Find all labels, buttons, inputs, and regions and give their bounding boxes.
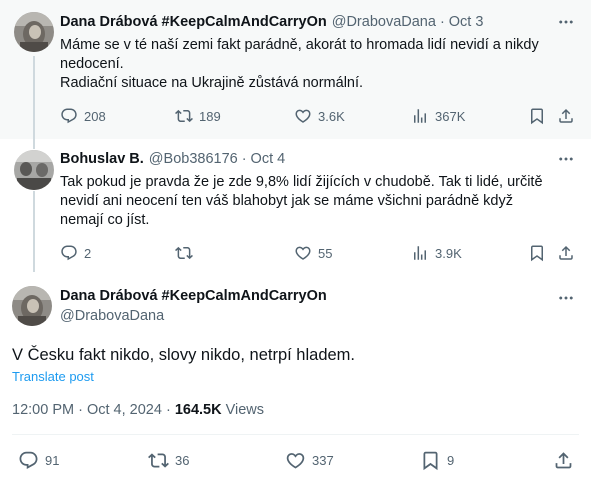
like-button[interactable]: 337 [285,450,334,471]
share-button[interactable] [557,244,575,262]
repost-button[interactable]: 189 [175,107,221,125]
bookmark-icon [528,244,546,262]
author-name[interactable]: Bohuslav B. [60,151,144,167]
share-button[interactable] [553,450,574,471]
reply-button[interactable]: 91 [18,450,59,471]
action-bar: 2 55 3.9K [60,244,575,264]
tweet-date[interactable]: Oct 3 [449,14,484,30]
bookmark-button[interactable]: 9 [420,450,454,471]
tweet-bohuslav-reply[interactable]: Bohuslav B. @Bob386176 · Oct 4 Tak pokud… [0,139,591,272]
tweet-timestamp[interactable]: 12:00 PM · Oct 4, 2024 · [12,402,175,418]
share-icon [557,244,575,262]
reply-button[interactable]: 208 [60,107,106,125]
views-count: 367K [435,108,466,124]
like-icon [294,107,312,125]
bookmark-button[interactable] [528,107,546,125]
separator-dot: · [439,14,445,30]
author-handle[interactable]: @DrabovaDana [332,14,436,30]
tweet-text: Máme se v té naší zemi fakt parádně, ako… [60,36,575,93]
tweet-text-line: Máme se v té naší zemi fakt parádně, ako… [60,37,539,53]
tweet-date[interactable]: Oct 4 [251,151,286,167]
avatar[interactable] [14,12,54,52]
like-icon [285,450,306,471]
author-handle[interactable]: @DrabovaDana [60,308,164,324]
action-bar: 208 189 3.6K 367K [60,107,575,127]
author-name[interactable]: Dana Drábová #KeepCalmAndCarryOn [60,14,327,30]
reply-count: 91 [45,453,60,468]
thread-line [33,191,35,272]
bookmark-icon [420,450,441,471]
bookmark-button[interactable] [528,244,546,262]
more-icon[interactable] [555,149,577,169]
more-icon[interactable] [555,12,577,32]
main-tweet: Dana Drábová #KeepCalmAndCarryOn @Drabov… [0,272,591,482]
reply-count: 208 [84,108,106,124]
reply-icon [60,244,78,262]
share-icon [553,450,574,471]
bookmark-count: 9 [447,453,455,468]
divider [12,434,579,435]
separator-dot: · [241,151,247,167]
reply-button[interactable]: 2 [60,244,91,262]
like-button[interactable]: 3.6K [294,107,345,125]
author-name[interactable]: Dana Drábová #KeepCalmAndCarryOn [60,288,327,304]
tweet-text: Tak pokud je pravda že je zde 9,8% lidí … [60,173,575,230]
tweet-text-line: nemají co jíst. [60,212,150,228]
share-button[interactable] [557,107,575,125]
main-action-bar: 91 36 337 9 [0,450,591,472]
views-icon [411,107,429,125]
tweet-text-line: nevidí ani neocení ten váš blahobyt jak … [60,193,513,209]
views-icon [411,244,429,262]
reply-count: 2 [84,245,92,261]
author-handle[interactable]: @Bob386176 [149,151,238,167]
translate-link[interactable]: Translate post [12,369,94,384]
reply-icon [18,450,39,471]
repost-count: 189 [199,108,221,124]
repost-button[interactable] [175,244,193,262]
like-icon [294,244,312,262]
like-count: 337 [312,453,334,468]
bookmark-icon [528,107,546,125]
thread-line [33,139,35,149]
views-button[interactable]: 367K [411,107,465,125]
reply-icon [60,107,78,125]
more-icon[interactable] [555,288,577,308]
views-count: 3.9K [435,245,462,261]
tweet-text-line: Radiační situace na Ukrajině zůstává nor… [60,75,364,91]
repost-icon [148,450,169,471]
repost-count: 36 [175,453,190,468]
repost-icon [175,244,193,262]
like-button[interactable]: 55 [294,244,332,262]
thread-line [33,56,35,139]
views-label: Views [221,402,265,418]
repost-icon [175,107,193,125]
share-icon [557,107,575,125]
tweet-text-line: Tak pokud je pravda že je zde 9,8% lidí … [60,174,543,190]
tweet-text-line: nedocení. [60,56,124,72]
avatar[interactable] [12,286,52,326]
tweet-dana-oct3[interactable]: Dana Drábová #KeepCalmAndCarryOn @Drabov… [0,0,591,139]
avatar[interactable] [14,150,54,190]
views-count: 164.5K [174,402,222,418]
like-count: 55 [318,245,333,261]
tweet-text: V Česku fakt nikdo, slovy nikdo, netrpí … [12,346,356,364]
repost-button[interactable]: 36 [148,450,189,471]
views-button[interactable]: 3.9K [411,244,462,262]
tweet-meta: 12:00 PM · Oct 4, 2024 · 164.5K Views [12,402,264,418]
like-count: 3.6K [318,108,345,124]
